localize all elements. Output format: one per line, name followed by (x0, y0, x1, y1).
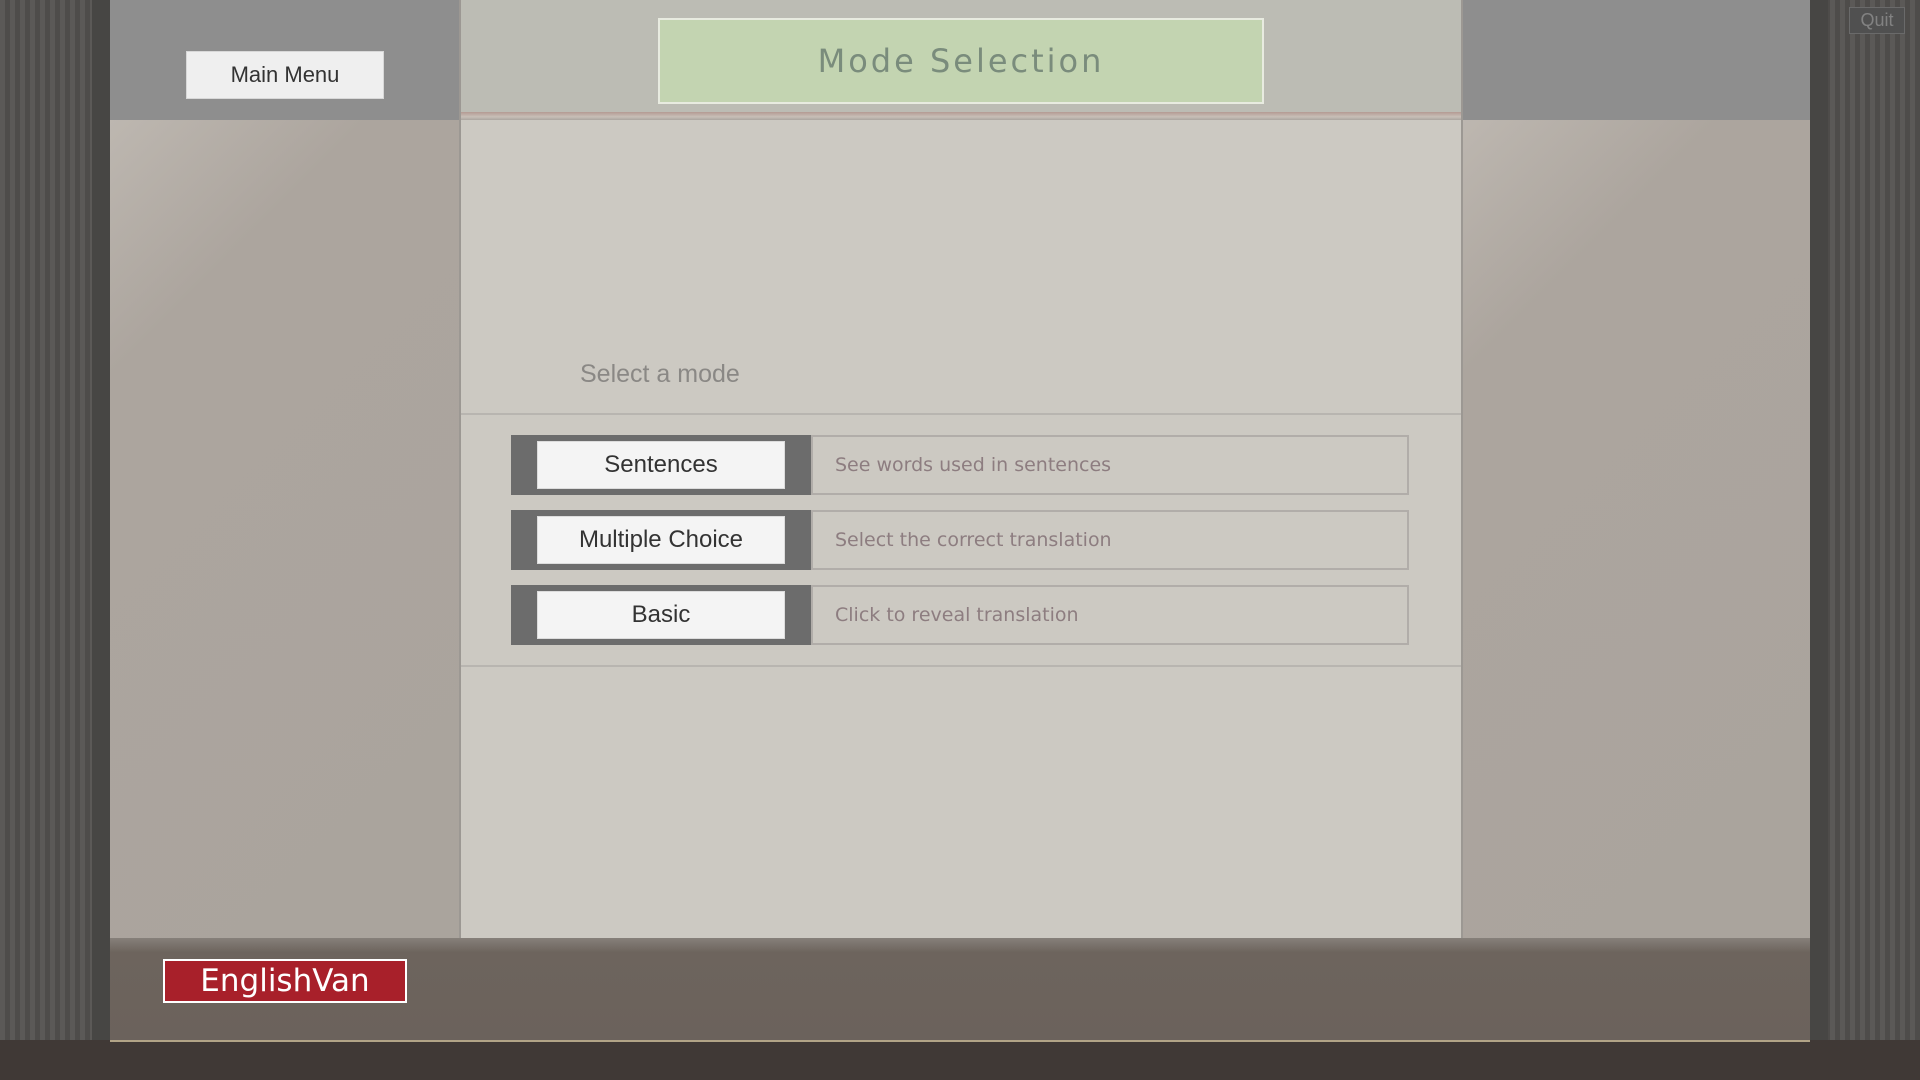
header-right-area (1460, 0, 1810, 120)
select-mode-prompt: Select a mode (580, 360, 740, 388)
title-divider (461, 112, 1461, 120)
englishvan-logo: EnglishVan (163, 959, 407, 1003)
mode-button-frame: Multiple Choice (511, 510, 811, 570)
mode-row-multiple-choice: Multiple Choice Select the correct trans… (511, 510, 1409, 570)
footer-bar: EnglishVan (110, 938, 1810, 1042)
mode-list: Sentences See words used in sentences Mu… (461, 413, 1461, 667)
mode-description: See words used in sentences (811, 435, 1409, 495)
page-title: Mode Selection (817, 42, 1105, 80)
center-panel: Mode Selection Select a mode Sentences S… (459, 0, 1463, 938)
mode-row-basic: Basic Click to reveal translation (511, 585, 1409, 645)
title-banner: Mode Selection (658, 18, 1264, 104)
app-window: Main Menu Mode Selection Select a mode S… (0, 0, 1920, 1080)
mode-button-frame: Sentences (511, 435, 811, 495)
title-area: Mode Selection (461, 0, 1461, 112)
main-frame: Main Menu Mode Selection Select a mode S… (110, 0, 1810, 1042)
mode-description: Click to reveal translation (811, 585, 1409, 645)
right-column (1461, 120, 1810, 938)
main-menu-button[interactable]: Main Menu (186, 51, 384, 99)
right-stripe-panel (1810, 0, 1920, 1040)
basic-button[interactable]: Basic (537, 591, 785, 639)
quit-button[interactable]: Quit (1849, 7, 1905, 34)
left-stripe-panel (0, 0, 110, 1040)
mode-button-frame: Basic (511, 585, 811, 645)
header-left-area: Main Menu (110, 0, 459, 120)
mode-description: Select the correct translation (811, 510, 1409, 570)
sentences-button[interactable]: Sentences (537, 441, 785, 489)
mode-row-sentences: Sentences See words used in sentences (511, 435, 1409, 495)
multiple-choice-button[interactable]: Multiple Choice (537, 516, 785, 564)
left-column (110, 120, 459, 938)
